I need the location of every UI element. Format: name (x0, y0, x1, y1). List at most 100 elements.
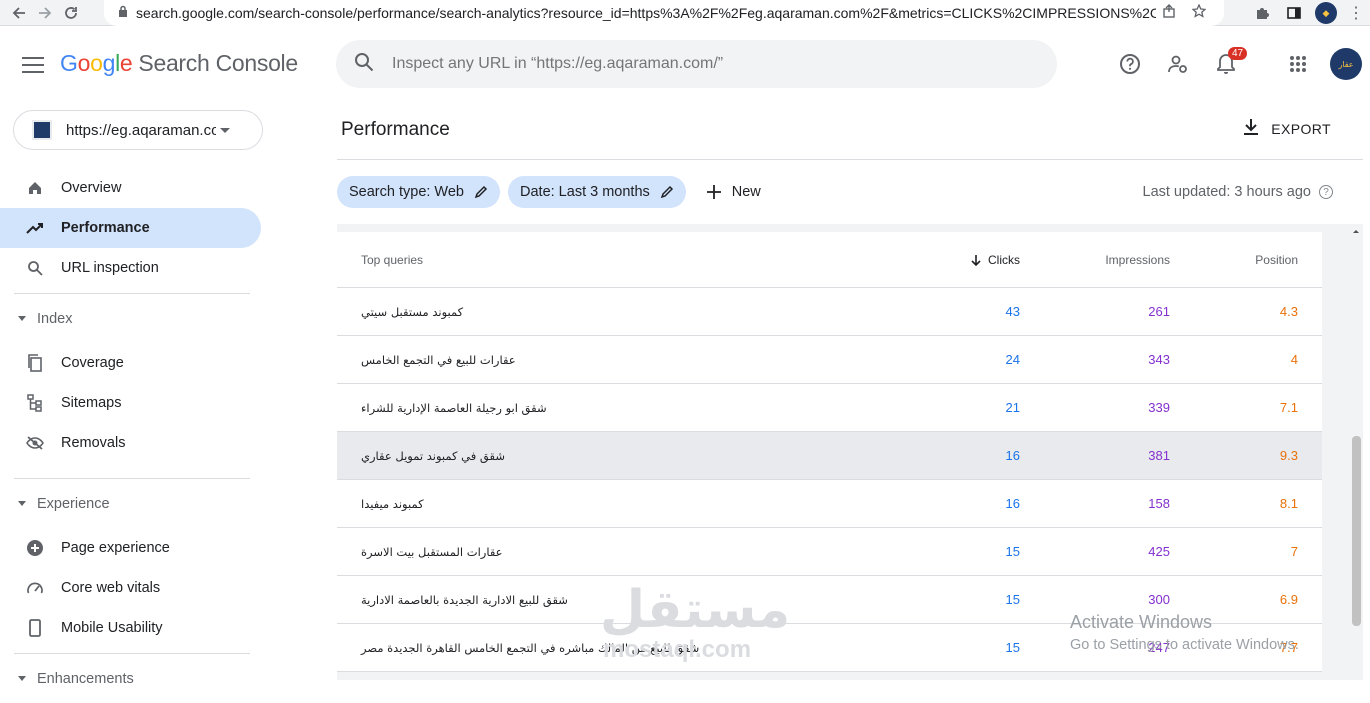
column-header-clicks[interactable]: Clicks (897, 253, 1020, 267)
clicks-value: 21 (1005, 400, 1020, 415)
eye-off-icon (26, 434, 44, 452)
sidebar-item-label: Removals (61, 435, 126, 451)
logo-letter: o (77, 50, 91, 76)
add-circle-icon (26, 539, 44, 557)
table-row-hovered[interactable]: شقق في كمبوند تمويل عقاري 16 381 9.3 (337, 432, 1322, 480)
sitemap-icon (26, 394, 44, 412)
collapse-triangle-icon (18, 501, 26, 506)
browser-toolbar: search.google.com/search-console/perform… (0, 0, 1370, 26)
filter-chip-search-type[interactable]: Search type: Web (337, 176, 500, 208)
app-header: GoogleSearch Console 47 عقار (0, 26, 1370, 102)
manage-users-icon[interactable] (1154, 40, 1202, 88)
table-row[interactable]: عقارات للبيع في التجمع الخامس 24 343 4 (337, 336, 1322, 384)
sidebar-item-label: Coverage (61, 355, 124, 371)
sidebar-item-performance[interactable]: Performance (0, 208, 261, 248)
column-header-impressions[interactable]: Impressions (1020, 253, 1170, 267)
section-label: Experience (37, 495, 110, 512)
clicks-value: 43 (1005, 304, 1020, 319)
sidebar-item-label: Sitemaps (61, 395, 122, 411)
sidebar-section-enhancements[interactable]: Enhancements (14, 653, 250, 703)
sidebar: https://eg.aqaraman.com/ Overview Perfor… (0, 102, 275, 687)
impressions-value: 158 (1148, 496, 1170, 511)
section-label: Index (37, 310, 73, 327)
table-header: Top queries Clicks Impressions Position (337, 232, 1322, 288)
clicks-value: 24 (1005, 352, 1020, 367)
table-scrollbar[interactable] (1349, 224, 1363, 680)
clicks-value: 16 (1005, 448, 1020, 463)
sidebar-item-sitemaps[interactable]: Sitemaps (0, 383, 261, 423)
activation-subtitle: Go to Settings to activate Windows. (1070, 637, 1299, 653)
position-value: 7.1 (1279, 400, 1298, 415)
export-button[interactable]: EXPORT (1243, 118, 1331, 139)
new-filter-button[interactable]: New (706, 184, 761, 200)
column-header-position[interactable]: Position (1170, 253, 1298, 267)
sidebar-item-label: Page experience (61, 540, 170, 556)
collapse-triangle-icon (18, 316, 26, 321)
query-text: كمبوند ميفيدا (361, 496, 424, 511)
sidebar-item-core-web-vitals[interactable]: Core web vitals (0, 568, 261, 608)
table-row[interactable]: كمبوند مستقبل سيتي 43 261 4.3 (337, 288, 1322, 336)
notifications-bell-icon[interactable]: 47 (1202, 40, 1250, 88)
reload-icon[interactable] (58, 0, 84, 26)
sidebar-item-coverage[interactable]: Coverage (0, 343, 261, 383)
query-text: عقارات المستقبل بيت الاسرة (361, 544, 503, 559)
divider (337, 159, 1363, 160)
property-url: https://eg.aqaraman.com/ (66, 121, 216, 139)
back-icon[interactable] (6, 0, 32, 26)
impressions-value: 343 (1148, 352, 1170, 367)
sidebar-item-removals[interactable]: Removals (0, 423, 261, 463)
profile-avatar[interactable]: ◆ (1310, 0, 1342, 26)
table-row[interactable]: شقق ابو رجيلة العاصمة الإدارية للشراء 21… (337, 384, 1322, 432)
extensions-icon[interactable] (1246, 0, 1278, 26)
section-label: Enhancements (37, 670, 134, 687)
header-label: Clicks (988, 252, 1020, 267)
url-inspection-search[interactable] (336, 40, 1057, 88)
sidebar-item-label: Mobile Usability (61, 620, 163, 636)
search-console-logo[interactable]: Google Search Console (60, 50, 298, 77)
sidebar-item-overview[interactable]: Overview (0, 168, 261, 208)
help-icon[interactable] (1106, 40, 1154, 88)
sidebar-item-label: Overview (61, 180, 122, 196)
column-header-queries[interactable]: Top queries (337, 253, 897, 267)
property-favicon (32, 120, 52, 140)
scrollbar-thumb[interactable] (1352, 436, 1361, 626)
sidebar-section-index[interactable]: Index (14, 293, 250, 343)
forward-icon[interactable] (32, 0, 58, 26)
property-selector[interactable]: https://eg.aqaraman.com/ (13, 110, 263, 150)
speedometer-icon (26, 579, 44, 597)
sidebar-item-label: URL inspection (61, 260, 159, 276)
logo-letter: G (60, 50, 78, 76)
table-row[interactable]: كمبوند ميفيدا 16 158 8.1 (337, 480, 1322, 528)
sidebar-item-url-inspection[interactable]: URL inspection (0, 248, 261, 288)
account-avatar[interactable]: عقار (1330, 48, 1362, 80)
chip-label: Date: Last 3 months (520, 184, 650, 200)
page-title: Performance (341, 119, 450, 140)
apps-grid-icon[interactable] (1274, 40, 1322, 88)
sidebar-nav: Overview Performance URL inspection Inde… (0, 168, 275, 703)
sidebar-item-page-experience[interactable]: Page experience (0, 528, 261, 568)
bookmark-star-icon[interactable] (1191, 2, 1207, 23)
notifications-badge: 47 (1228, 47, 1248, 60)
sidebar-item-mobile-usability[interactable]: Mobile Usability (0, 608, 261, 648)
search-input[interactable] (392, 55, 992, 73)
file-copy-icon (26, 354, 44, 372)
url-text: search.google.com/search-console/perform… (136, 5, 1156, 21)
sidebar-item-label: Performance (61, 220, 150, 236)
search-icon (26, 259, 44, 277)
clicks-value: 15 (1005, 544, 1020, 559)
share-icon[interactable] (1162, 3, 1176, 23)
help-circle-icon[interactable]: ? (1319, 185, 1333, 199)
impressions-value: 381 (1148, 448, 1170, 463)
impressions-value: 300 (1148, 592, 1170, 607)
side-panel-icon[interactable] (1278, 0, 1310, 26)
sidebar-section-experience[interactable]: Experience (14, 478, 250, 528)
impressions-value: 425 (1148, 544, 1170, 559)
table-row[interactable]: عقارات المستقبل بيت الاسرة 15 425 7 (337, 528, 1322, 576)
address-bar[interactable]: search.google.com/search-console/perform… (104, 0, 1224, 26)
filter-chip-date[interactable]: Date: Last 3 months (508, 176, 686, 208)
scroll-up-arrow-icon[interactable] (1349, 226, 1363, 236)
logo-letter: o (90, 50, 103, 76)
browser-menu-icon[interactable]: ⋮ (1342, 0, 1370, 26)
logo-letter: e (119, 50, 133, 76)
hamburger-menu-icon[interactable] (20, 52, 46, 78)
